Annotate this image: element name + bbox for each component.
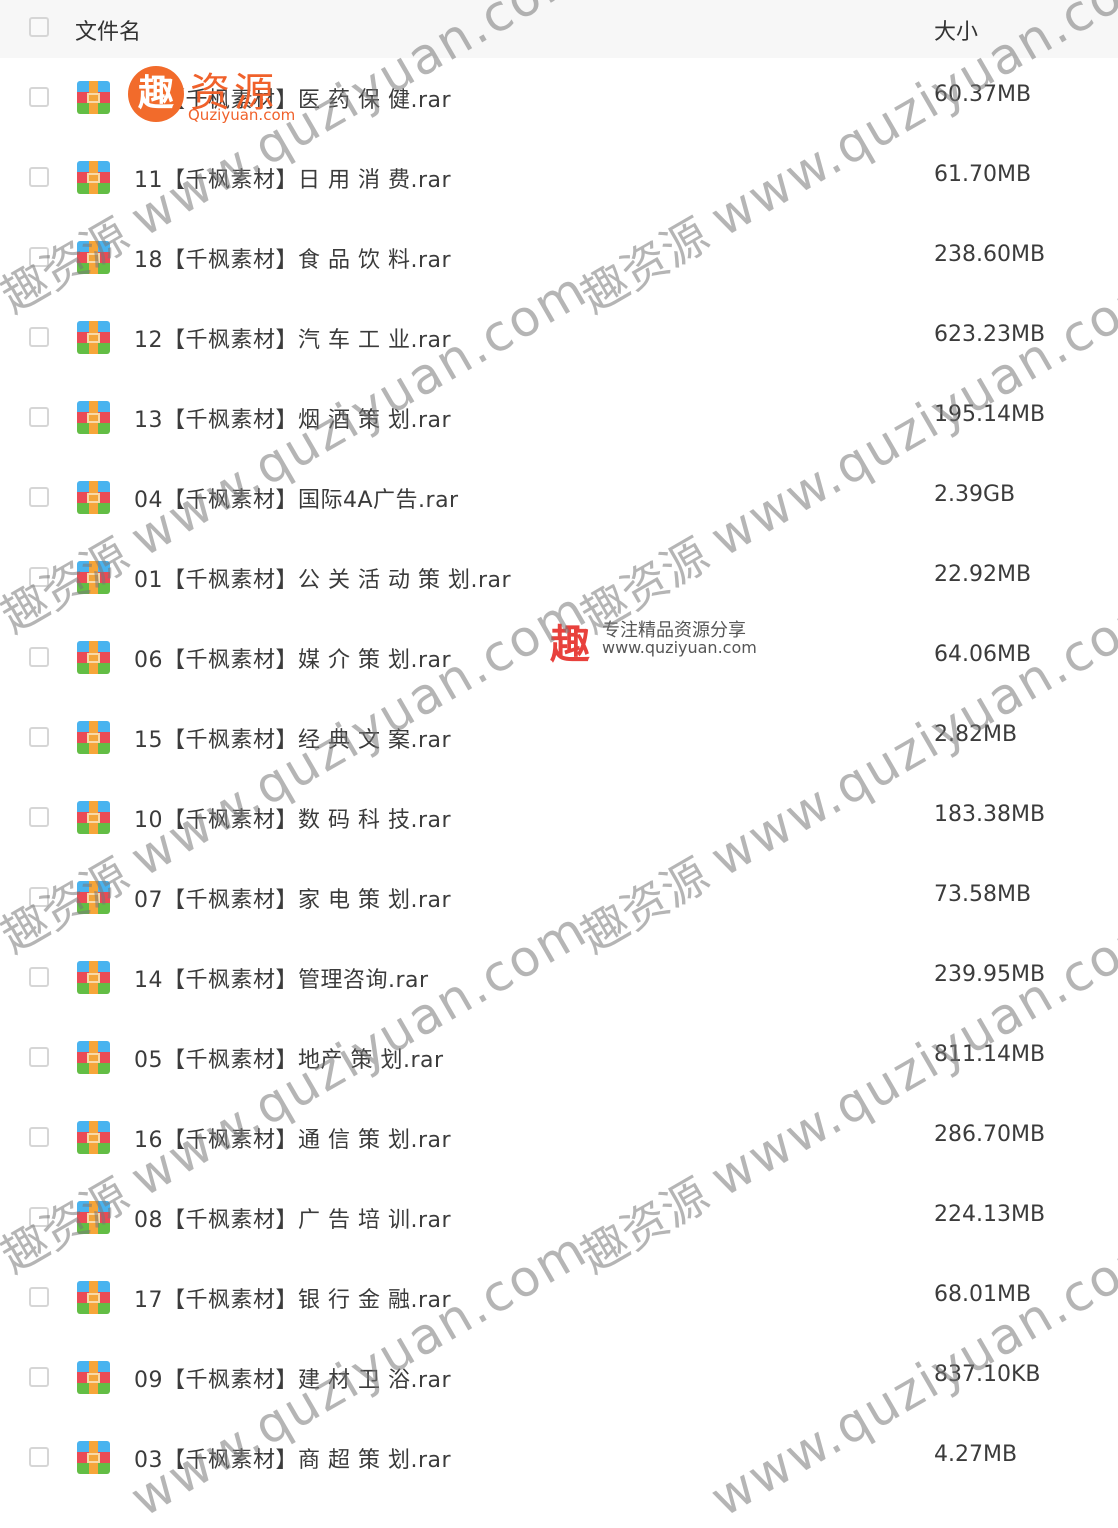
file-row[interactable]: 05【千枫素材】地产 策 划.rar 811.14MB [0, 1018, 1118, 1098]
rar-archive-icon [77, 561, 110, 594]
rar-archive-icon [77, 481, 110, 514]
row-checkbox[interactable] [29, 487, 49, 507]
file-row[interactable]: 07【千枫素材】家 电 策 划.rar 73.58MB [0, 858, 1118, 938]
file-row[interactable]: 09【千枫素材】建 材 卫 浴.rar 837.10KB [0, 1338, 1118, 1418]
rar-archive-icon [77, 641, 110, 674]
rar-archive-icon [77, 801, 110, 834]
row-checkbox[interactable] [29, 1127, 49, 1147]
file-row[interactable]: 12【千枫素材】汽 车 工 业.rar 623.23MB [0, 298, 1118, 378]
file-size: 224.13MB [934, 1202, 1046, 1227]
column-header-name[interactable]: 文件名 [75, 14, 141, 46]
file-name[interactable]: 15【千枫素材】经 典 文 案.rar [134, 722, 451, 754]
file-size: 183.38MB [934, 802, 1046, 827]
file-row[interactable]: 04【千枫素材】国际4A广告.rar 2.39GB [0, 458, 1118, 538]
watermark-logo: 趣 资源 Quziyuan.com [128, 64, 328, 130]
row-checkbox[interactable] [29, 887, 49, 907]
file-size: 239.95MB [934, 962, 1046, 987]
file-name[interactable]: 16【千枫素材】通 信 策 划.rar [134, 1122, 451, 1154]
row-checkbox[interactable] [29, 327, 49, 347]
row-checkbox[interactable] [29, 407, 49, 427]
row-checkbox[interactable] [29, 1367, 49, 1387]
rar-archive-icon [77, 161, 110, 194]
file-size: 811.14MB [934, 1042, 1046, 1067]
file-size: 4.27MB [934, 1442, 1018, 1467]
file-size: 2.82MB [934, 722, 1018, 747]
file-row[interactable]: 18【千枫素材】食 品 饮 料.rar 238.60MB [0, 218, 1118, 298]
file-row[interactable]: 10【千枫素材】数 码 科 技.rar 183.38MB [0, 778, 1118, 858]
file-row[interactable]: 03【千枫素材】商 超 策 划.rar 4.27MB [0, 1418, 1118, 1498]
logo-subtitle: Quziyuan.com [188, 106, 296, 124]
rar-archive-icon [77, 401, 110, 434]
row-checkbox[interactable] [29, 1047, 49, 1067]
center-logo-icon: 趣 [550, 622, 590, 668]
file-size: 68.01MB [934, 1282, 1032, 1307]
file-name[interactable]: 03【千枫素材】商 超 策 划.rar [134, 1442, 451, 1474]
rar-archive-icon [77, 321, 110, 354]
file-row[interactable]: 11【千枫素材】日 用 消 费.rar 61.70MB [0, 138, 1118, 218]
row-checkbox[interactable] [29, 1447, 49, 1467]
file-size: 195.14MB [934, 402, 1046, 427]
file-size: 837.10KB [934, 1362, 1041, 1387]
file-name[interactable]: 05【千枫素材】地产 策 划.rar [134, 1042, 444, 1074]
file-name[interactable]: 04【千枫素材】国际4A广告.rar [134, 482, 459, 514]
rar-archive-icon [77, 1441, 110, 1474]
file-name[interactable]: 07【千枫素材】家 电 策 划.rar [134, 882, 451, 914]
rar-archive-icon [77, 81, 110, 114]
file-name[interactable]: 13【千枫素材】烟 酒 策 划.rar [134, 402, 451, 434]
file-name[interactable]: 14【千枫素材】管理咨询.rar [134, 962, 429, 994]
file-name[interactable]: 06【千枫素材】媒 介 策 划.rar [134, 642, 451, 674]
rar-archive-icon [77, 881, 110, 914]
file-row[interactable]: 14【千枫素材】管理咨询.rar 239.95MB [0, 938, 1118, 1018]
file-row[interactable]: 01【千枫素材】公 关 活 动 策 划.rar 22.92MB [0, 538, 1118, 618]
rar-archive-icon [77, 1361, 110, 1394]
file-row[interactable]: 17【千枫素材】银 行 金 融.rar 68.01MB [0, 1258, 1118, 1338]
file-list-header: 文件名 大小 [0, 0, 1118, 58]
file-row[interactable]: 15【千枫素材】经 典 文 案.rar 2.82MB [0, 698, 1118, 778]
file-row[interactable]: 08【千枫素材】广 告 培 训.rar 224.13MB [0, 1178, 1118, 1258]
rar-archive-icon [77, 961, 110, 994]
center-url: www.quziyuan.com [602, 638, 757, 657]
file-row[interactable]: 13【千枫素材】烟 酒 策 划.rar 195.14MB [0, 378, 1118, 458]
row-checkbox[interactable] [29, 247, 49, 267]
file-name[interactable]: 11【千枫素材】日 用 消 费.rar [134, 162, 451, 194]
row-checkbox[interactable] [29, 567, 49, 587]
rar-archive-icon [77, 1281, 110, 1314]
row-checkbox[interactable] [29, 807, 49, 827]
file-size: 22.92MB [934, 562, 1032, 587]
file-size: 61.70MB [934, 162, 1032, 187]
file-size: 60.37MB [934, 82, 1032, 107]
file-size: 73.58MB [934, 882, 1032, 907]
row-checkbox[interactable] [29, 1287, 49, 1307]
file-size: 286.70MB [934, 1122, 1046, 1147]
file-name[interactable]: 01【千枫素材】公 关 活 动 策 划.rar [134, 562, 511, 594]
file-row[interactable]: 16【千枫素材】通 信 策 划.rar 286.70MB [0, 1098, 1118, 1178]
file-name[interactable]: 18【千枫素材】食 品 饮 料.rar [134, 242, 451, 274]
row-checkbox[interactable] [29, 1207, 49, 1227]
file-size: 2.39GB [934, 482, 1016, 507]
watermark-center-badge: 趣 专注精品资源分享 www.quziyuan.com [550, 612, 780, 668]
rar-archive-icon [77, 1121, 110, 1154]
file-name[interactable]: 17【千枫素材】银 行 金 融.rar [134, 1282, 451, 1314]
row-checkbox[interactable] [29, 647, 49, 667]
row-checkbox[interactable] [29, 967, 49, 987]
file-size: 623.23MB [934, 322, 1046, 347]
file-name[interactable]: 12【千枫素材】汽 车 工 业.rar [134, 322, 451, 354]
file-size: 238.60MB [934, 242, 1046, 267]
column-header-size[interactable]: 大小 [934, 14, 978, 46]
file-name[interactable]: 10【千枫素材】数 码 科 技.rar [134, 802, 451, 834]
file-name[interactable]: 09【千枫素材】建 材 卫 浴.rar [134, 1362, 451, 1394]
file-name[interactable]: 08【千枫素材】广 告 培 训.rar [134, 1202, 451, 1234]
rar-archive-icon [77, 1041, 110, 1074]
row-checkbox[interactable] [29, 167, 49, 187]
logo-icon: 趣 [128, 66, 184, 122]
row-checkbox[interactable] [29, 727, 49, 747]
rar-archive-icon [77, 1201, 110, 1234]
row-checkbox[interactable] [29, 87, 49, 107]
file-size: 64.06MB [934, 642, 1032, 667]
rar-archive-icon [77, 241, 110, 274]
select-all-checkbox[interactable] [29, 17, 49, 37]
rar-archive-icon [77, 721, 110, 754]
